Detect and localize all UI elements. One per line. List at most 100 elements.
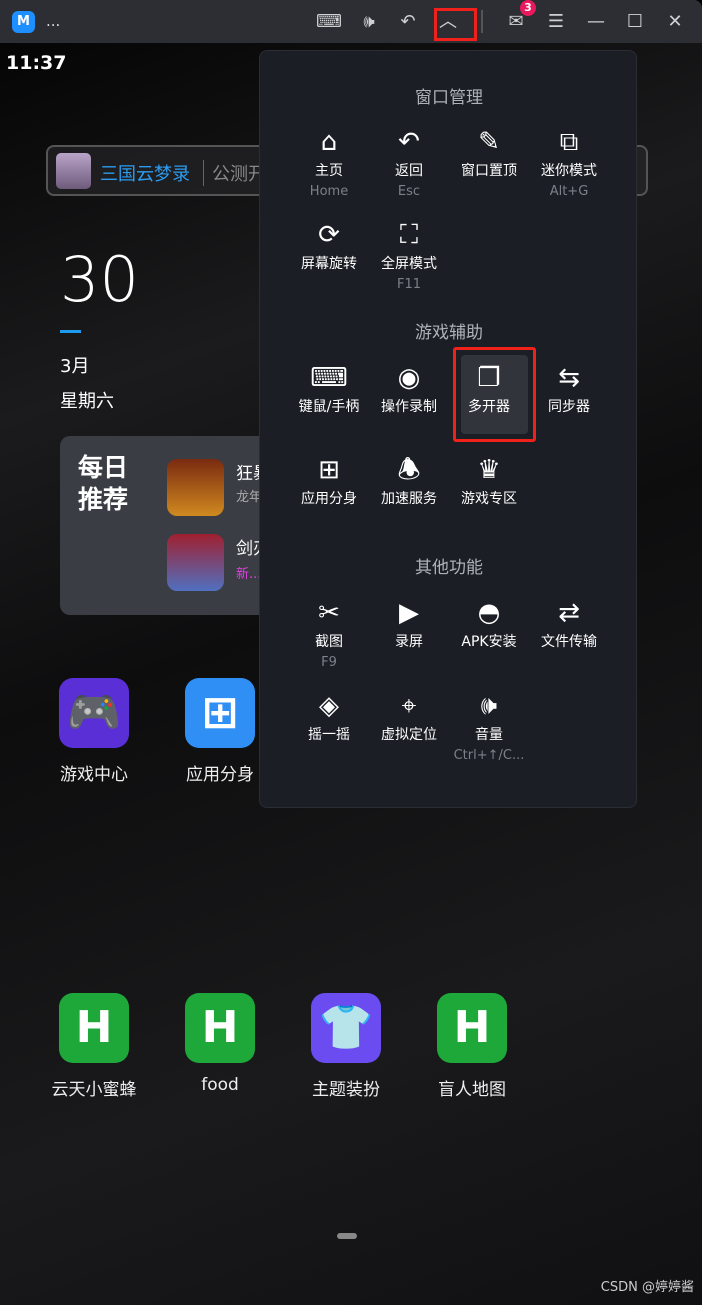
menu-item-shortcut: F9 bbox=[321, 655, 337, 670]
menu-item-label: 应用分身 bbox=[301, 491, 357, 507]
game-avatar bbox=[56, 153, 91, 189]
toolbar-dropdown-menu: 窗口管理 游戏辅助 其他功能 ⌂ 主页 Home ↶ 返回 Esc ✎ 窗口置顶 ⧉ 迷你模式 Al… bbox=[259, 50, 637, 808]
menu-item-shortcut: Esc bbox=[397, 184, 421, 199]
menu-item-pin[interactable]: ✎ 窗口置顶 bbox=[449, 126, 529, 184]
back-icon: ↶ bbox=[398, 127, 420, 157]
menu-icon[interactable]: ☰ bbox=[541, 9, 571, 35]
app-icon[interactable]: 👕 主题装扮 bbox=[296, 993, 396, 1100]
minimize-icon[interactable]: — bbox=[581, 9, 611, 35]
window-title: ... bbox=[46, 12, 61, 30]
menu-item-rocket[interactable]: 🕭 加速服务 bbox=[369, 454, 449, 508]
menu-item-mini-mode[interactable]: ⧉ 迷你模式 Alt+G bbox=[529, 126, 609, 199]
app-icon-image: H bbox=[59, 993, 129, 1063]
notification-badge: 3 bbox=[520, 0, 536, 16]
menu-item-label: 同步器 bbox=[548, 399, 590, 415]
daily-title: 每日推荐 bbox=[78, 453, 129, 514]
app-label: 应用分身 bbox=[186, 765, 254, 785]
rotate-icon: ⟳ bbox=[318, 220, 340, 250]
app-icon[interactable]: H 盲人地图 bbox=[422, 993, 522, 1100]
keyboard-icon[interactable]: ⌨ bbox=[314, 9, 344, 35]
rocket-icon: 🕭 bbox=[397, 455, 421, 485]
app-label: 盲人地图 bbox=[438, 1080, 506, 1100]
menu-item-crown[interactable]: ♛ 游戏专区 bbox=[449, 454, 529, 508]
screen-record-icon: ▶ bbox=[399, 598, 419, 628]
app-label: 主题装扮 bbox=[312, 1080, 380, 1100]
watermark: CSDN @婷婷酱 bbox=[600, 1280, 694, 1295]
menu-item-location[interactable]: ⌖ 虚拟定位 bbox=[369, 690, 449, 748]
menu-item-shortcut: Alt+G bbox=[549, 184, 589, 199]
app-label: 云天小蜜蜂 bbox=[51, 1080, 137, 1100]
menu-item-label: 文件传输 bbox=[541, 634, 597, 650]
mini-mode-icon: ⧉ bbox=[559, 127, 579, 157]
game-icon[interactable] bbox=[167, 534, 224, 591]
menu-item-label: 多开器 bbox=[468, 399, 510, 415]
android-icon: ◓ bbox=[477, 598, 501, 628]
menu-item-shortcut: F11 bbox=[396, 277, 422, 292]
menu-item-label: 摇一摇 bbox=[308, 727, 350, 743]
menu-item-label: APK安装 bbox=[461, 634, 517, 650]
menu-item-screen-record[interactable]: ▶ 录屏 bbox=[369, 597, 449, 655]
date-underline bbox=[60, 330, 81, 333]
maximize-icon[interactable]: ☐ bbox=[620, 9, 650, 35]
home-icon: ⌂ bbox=[320, 127, 338, 157]
menu-item-label: 加速服务 bbox=[381, 491, 437, 507]
menu-item-fullscreen[interactable]: ⛶ 全屏模式 F11 bbox=[369, 219, 449, 292]
menu-item-label: 操作录制 bbox=[381, 399, 437, 415]
shake-icon: ◈ bbox=[319, 691, 339, 721]
app-icon[interactable]: ⊞ 应用分身 bbox=[170, 678, 270, 785]
date-day: 30 bbox=[60, 243, 139, 316]
home-indicator[interactable] bbox=[337, 1233, 357, 1239]
menu-item-volume[interactable]: 🕪 音量 Ctrl+↑/C... bbox=[449, 690, 529, 763]
multi-instance-icon: ❐ bbox=[477, 363, 501, 393]
crown-icon: ♛ bbox=[477, 455, 501, 485]
section-title: 游戏辅助 bbox=[415, 323, 483, 343]
app-icon[interactable]: Hfood bbox=[170, 993, 270, 1095]
menu-item-scissors[interactable]: ✂ 截图 F9 bbox=[289, 597, 369, 670]
menu-item-home[interactable]: ⌂ 主页 Home bbox=[289, 126, 369, 199]
app-icon[interactable]: H 云天小蜜蜂 bbox=[44, 993, 144, 1100]
app-label: food bbox=[201, 1075, 239, 1095]
app-icon-image: 🎮 bbox=[59, 678, 129, 748]
menu-item-android[interactable]: ◓ APK安装 bbox=[449, 597, 529, 655]
game-icon[interactable] bbox=[167, 459, 224, 516]
close-icon[interactable]: ✕ bbox=[660, 9, 690, 35]
title-bar: M ... ⌨ 🕪 ↶ ︿ ✉ 3 ☰ — ☐ ✕ bbox=[0, 0, 702, 43]
menu-item-sync[interactable]: ⇆ 同步器 bbox=[529, 362, 609, 416]
file-transfer-icon: ⇄ bbox=[558, 598, 580, 628]
menu-item-shortcut: Ctrl+↑/C... bbox=[453, 748, 525, 763]
app-icon-image: 👕 bbox=[311, 993, 381, 1063]
keyboard-gamepad-icon: ⌨ bbox=[310, 363, 348, 393]
date-weekday: 星期六 bbox=[60, 391, 114, 412]
app-icon-image: H bbox=[437, 993, 507, 1063]
app-clone-icon: ⊞ bbox=[318, 455, 340, 485]
section-title: 窗口管理 bbox=[415, 88, 483, 108]
search-game-name: 三国云梦录 bbox=[100, 164, 190, 185]
menu-item-label: 音量 bbox=[475, 727, 503, 743]
app-icon[interactable]: 🎮 游戏中心 bbox=[44, 678, 144, 785]
app-icon-image: H bbox=[185, 993, 255, 1063]
section-title: 其他功能 bbox=[415, 558, 483, 578]
menu-item-multi-instance[interactable]: ❐ 多开器 bbox=[449, 362, 529, 416]
menu-item-back[interactable]: ↶ 返回 Esc bbox=[369, 126, 449, 199]
menu-item-file-transfer[interactable]: ⇄ 文件传输 bbox=[529, 597, 609, 655]
location-icon: ⌖ bbox=[401, 691, 417, 721]
menu-item-shake[interactable]: ◈ 摇一摇 bbox=[289, 690, 369, 748]
menu-item-app-clone[interactable]: ⊞ 应用分身 bbox=[289, 454, 369, 508]
date-month: 3月 bbox=[60, 356, 90, 377]
highlight-box bbox=[434, 8, 477, 41]
back-icon[interactable]: ↶ bbox=[393, 9, 423, 35]
menu-item-label: 主页 bbox=[315, 163, 343, 179]
sync-icon: ⇆ bbox=[558, 363, 580, 393]
menu-item-label: 返回 bbox=[395, 163, 423, 179]
menu-item-rotate[interactable]: ⟳ 屏幕旋转 bbox=[289, 219, 369, 277]
menu-item-label: 窗口置顶 bbox=[461, 163, 517, 179]
menu-item-label: 迷你模式 bbox=[541, 163, 597, 179]
volume-icon[interactable]: 🕪 bbox=[354, 9, 384, 35]
volume-icon: 🕪 bbox=[480, 691, 498, 721]
menu-item-label: 录屏 bbox=[395, 634, 423, 650]
menu-item-record-macro[interactable]: ◉ 操作录制 bbox=[369, 362, 449, 416]
menu-item-label: 屏幕旋转 bbox=[301, 256, 357, 272]
app-logo: M bbox=[12, 11, 35, 33]
menu-item-keyboard-gamepad[interactable]: ⌨ 键鼠/手柄 bbox=[289, 362, 369, 416]
status-time: 11:37 bbox=[6, 52, 67, 74]
